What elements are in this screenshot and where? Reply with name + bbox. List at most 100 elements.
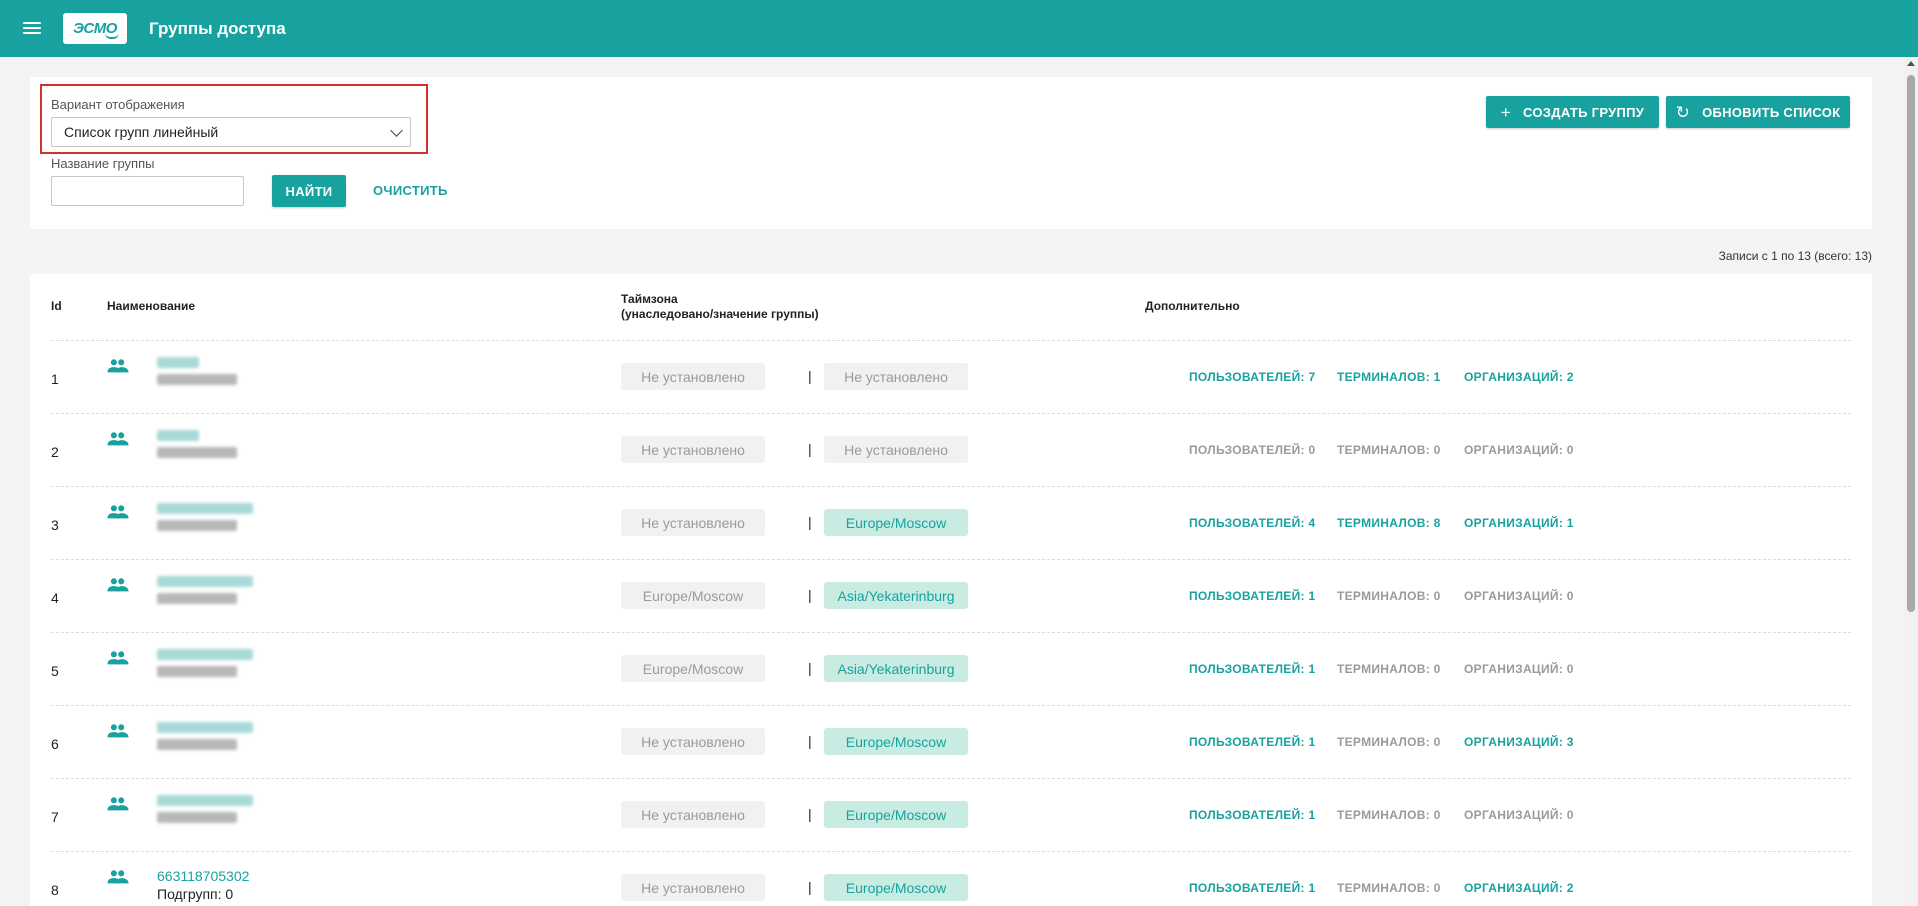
timezone-separator: | <box>808 587 812 603</box>
row-id: 7 <box>51 809 59 825</box>
create-group-label: СОЗДАТЬ ГРУППУ <box>1523 104 1645 120</box>
users-count-link[interactable]: ПОЛЬЗОВАТЕЛЕЙ: 1 <box>1189 881 1315 895</box>
table-row: 1 Не установлено | Не установлено ПОЛЬЗОВАТЕ… <box>51 340 1851 413</box>
users-count-link[interactable]: ПОЛЬЗОВАТЕЛЕЙ: 1 <box>1189 735 1315 749</box>
subgroup-count: Подгрупп: 0 <box>157 886 234 902</box>
timezone-own-chip: Europe/Moscow <box>824 728 968 755</box>
create-group-button[interactable]: + СОЗДАТЬ ГРУППУ <box>1486 96 1659 128</box>
records-info: Записи с 1 по 13 (всего: 13) <box>1718 249 1872 263</box>
row-id: 6 <box>51 736 59 752</box>
top-app-bar: ЭСМО Группы доступа <box>0 0 1918 57</box>
timezone-separator: | <box>808 441 812 457</box>
timezone-inherited-chip: Europe/Moscow <box>621 582 765 609</box>
app-logo[interactable]: ЭСМО <box>63 13 127 44</box>
timezone-own-chip: Europe/Moscow <box>824 874 968 901</box>
timezone-inherited-chip: Не установлено <box>621 728 765 755</box>
groups-table: Id Наименование Таймзона (унаследовано/з… <box>30 274 1872 906</box>
group-people-icon <box>107 723 129 739</box>
terminals-count-link[interactable]: ТЕРМИНАЛОВ: 0 <box>1337 443 1441 457</box>
terminals-count-link[interactable]: ТЕРМИНАЛОВ: 0 <box>1337 662 1441 676</box>
users-count-link[interactable]: ПОЛЬЗОВАТЕЛЕЙ: 1 <box>1189 589 1315 603</box>
organizations-count-link[interactable]: ОРГАНИЗАЦИЙ: 2 <box>1464 370 1574 384</box>
column-header-timezone-title: Таймзона <box>621 292 678 306</box>
logo-swoosh-icon <box>105 33 119 39</box>
terminals-count-link[interactable]: ТЕРМИНАЛОВ: 0 <box>1337 735 1441 749</box>
subgroup-count-blurred <box>157 520 237 531</box>
timezone-separator: | <box>808 806 812 822</box>
filter-panel: Вариант отображения Список групп линейны… <box>30 77 1872 229</box>
group-name-link-blurred[interactable] <box>157 503 253 514</box>
group-name-link-blurred[interactable] <box>157 649 253 660</box>
page-scrollbar[interactable] <box>1904 57 1918 906</box>
timezone-inherited-chip: Не установлено <box>621 363 765 390</box>
group-people-icon <box>107 504 129 520</box>
terminals-count-link[interactable]: ТЕРМИНАЛОВ: 0 <box>1337 808 1441 822</box>
organizations-count-link[interactable]: ОРГАНИЗАЦИЙ: 0 <box>1464 808 1574 822</box>
subgroup-count-blurred <box>157 374 237 385</box>
refresh-icon: ↻ <box>1675 102 1691 122</box>
users-count-link[interactable]: ПОЛЬЗОВАТЕЛЕЙ: 1 <box>1189 808 1315 822</box>
view-variant-select[interactable]: Список групп линейный <box>51 117 411 147</box>
terminals-count-link[interactable]: ТЕРМИНАЛОВ: 8 <box>1337 516 1441 530</box>
terminals-count-link[interactable]: ТЕРМИНАЛОВ: 1 <box>1337 370 1441 384</box>
timezone-own-chip: Asia/Yekaterinburg <box>824 655 968 682</box>
row-id: 2 <box>51 444 59 460</box>
subgroup-count-blurred <box>157 812 237 823</box>
view-variant-value: Список групп линейный <box>64 124 219 140</box>
organizations-count-link[interactable]: ОРГАНИЗАЦИЙ: 0 <box>1464 589 1574 603</box>
row-id: 5 <box>51 663 59 679</box>
group-name-link-blurred[interactable] <box>157 430 199 441</box>
group-name-link[interactable]: 663118705302 <box>157 868 249 884</box>
group-name-link-blurred[interactable] <box>157 795 253 806</box>
timezone-own-chip: Asia/Yekaterinburg <box>824 582 968 609</box>
column-header-timezone-subtitle: (унаследовано/значение группы) <box>621 307 819 321</box>
find-button[interactable]: НАЙТИ <box>272 175 346 207</box>
plus-icon: + <box>1500 102 1512 122</box>
group-people-icon <box>107 650 129 666</box>
row-id: 8 <box>51 882 59 898</box>
hamburger-menu-icon[interactable] <box>23 22 41 35</box>
terminals-count-link[interactable]: ТЕРМИНАЛОВ: 0 <box>1337 881 1441 895</box>
timezone-separator: | <box>808 879 812 895</box>
clear-button[interactable]: ОЧИСТИТЬ <box>373 183 448 198</box>
table-row: 4 Europe/Moscow | Asia/Yekaterinburg ПОЛЬЗОВ… <box>51 559 1851 632</box>
terminals-count-link[interactable]: ТЕРМИНАЛОВ: 0 <box>1337 589 1441 603</box>
organizations-count-link[interactable]: ОРГАНИЗАЦИЙ: 0 <box>1464 662 1574 676</box>
view-variant-label: Вариант отображения <box>51 97 185 112</box>
users-count-link[interactable]: ПОЛЬЗОВАТЕЛЕЙ: 7 <box>1189 370 1315 384</box>
table-row: 3 Не установлено | Europe/Moscow ПОЛЬЗОВАТЕЛ… <box>51 486 1851 559</box>
column-header-id: Id <box>51 299 62 313</box>
organizations-count-link[interactable]: ОРГАНИЗАЦИЙ: 1 <box>1464 516 1574 530</box>
timezone-inherited-chip: Europe/Moscow <box>621 655 765 682</box>
table-row: 7 Не установлено | Europe/Moscow ПОЛЬЗОВАТЕЛ… <box>51 778 1851 851</box>
scroll-up-arrow-icon[interactable] <box>1907 61 1915 66</box>
chevron-down-icon <box>390 124 403 137</box>
group-name-link-blurred[interactable] <box>157 357 199 368</box>
users-count-link[interactable]: ПОЛЬЗОВАТЕЛЕЙ: 4 <box>1189 516 1315 530</box>
group-people-icon <box>107 869 129 885</box>
timezone-separator: | <box>808 733 812 749</box>
column-header-extra: Дополнительно <box>1145 299 1240 313</box>
group-people-icon <box>107 431 129 447</box>
organizations-count-link[interactable]: ОРГАНИЗАЦИЙ: 0 <box>1464 443 1574 457</box>
subgroup-count-blurred <box>157 593 237 604</box>
timezone-inherited-chip: Не установлено <box>621 436 765 463</box>
timezone-separator: | <box>808 514 812 530</box>
group-name-link-blurred[interactable] <box>157 722 253 733</box>
subgroup-count-blurred <box>157 739 237 750</box>
organizations-count-link[interactable]: ОРГАНИЗАЦИЙ: 3 <box>1464 735 1574 749</box>
scrollbar-thumb[interactable] <box>1907 75 1915 612</box>
group-people-icon <box>107 358 129 374</box>
table-row: 6 Не установлено | Europe/Moscow ПОЛЬЗОВАТЕЛ… <box>51 705 1851 778</box>
users-count-link[interactable]: ПОЛЬЗОВАТЕЛЕЙ: 0 <box>1189 443 1315 457</box>
organizations-count-link[interactable]: ОРГАНИЗАЦИЙ: 2 <box>1464 881 1574 895</box>
group-name-input[interactable] <box>51 176 244 206</box>
refresh-list-button[interactable]: ↻ ОБНОВИТЬ СПИСОК <box>1666 96 1850 128</box>
timezone-own-chip: Europe/Moscow <box>824 801 968 828</box>
table-row: 5 Europe/Moscow | Asia/Yekaterinburg ПОЛЬЗОВ… <box>51 632 1851 705</box>
users-count-link[interactable]: ПОЛЬЗОВАТЕЛЕЙ: 1 <box>1189 662 1315 676</box>
column-header-name: Наименование <box>107 299 196 313</box>
group-name-link-blurred[interactable] <box>157 576 253 587</box>
subgroup-count-blurred <box>157 447 237 458</box>
page-title: Группы доступа <box>149 18 286 38</box>
